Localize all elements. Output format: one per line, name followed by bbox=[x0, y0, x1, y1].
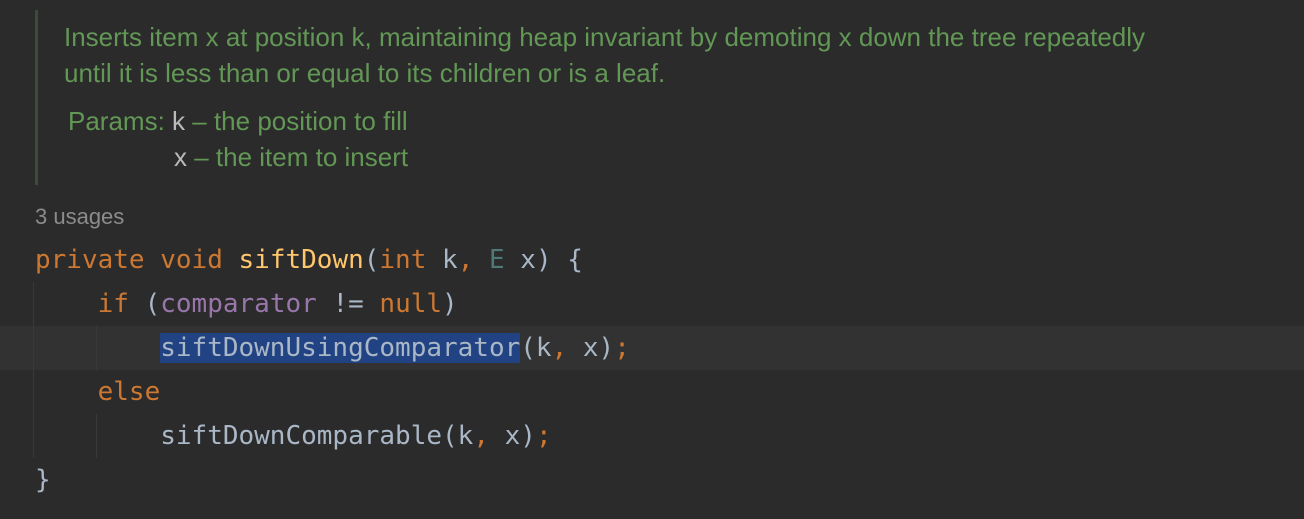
javadoc-param-name: x bbox=[174, 142, 187, 172]
method-call-comparable[interactable]: siftDownComparable bbox=[160, 421, 442, 451]
usages-inlay-hint[interactable]: 3 usages bbox=[35, 201, 124, 233]
code-editor[interactable]: Inserts item x at position k, maintainin… bbox=[0, 0, 1304, 519]
close-paren-brace: ) { bbox=[535, 245, 583, 275]
open-paren: ( bbox=[363, 245, 380, 275]
type-param-e[interactable]: E bbox=[489, 245, 505, 275]
code-line-method-signature[interactable]: private void siftDown(int k, E x) { bbox=[35, 238, 583, 282]
comma: , bbox=[551, 333, 568, 363]
javadoc-param-description: – the position to fill bbox=[185, 106, 408, 136]
keyword-if: if bbox=[97, 289, 129, 319]
field-comparator[interactable]: comparator bbox=[160, 289, 317, 319]
javadoc-param-description: – the item to insert bbox=[187, 142, 409, 172]
keyword-else: else bbox=[97, 377, 161, 407]
indent-guide bbox=[33, 282, 34, 458]
call-args-close: x) bbox=[488, 421, 536, 451]
call-args-close: x) bbox=[567, 333, 615, 363]
code-line-call-comparable[interactable]: siftDownComparable(k, x); bbox=[35, 414, 552, 458]
semicolon: ; bbox=[535, 421, 552, 451]
close-brace: } bbox=[35, 465, 51, 495]
code-line-if[interactable]: if (comparator != null) bbox=[35, 282, 458, 326]
javadoc-description-line: Inserts item x at position k, maintainin… bbox=[64, 22, 1146, 52]
selected-method-call[interactable]: siftDownUsingComparator bbox=[160, 333, 521, 363]
call-args-open: (k bbox=[442, 421, 474, 451]
param-x: x bbox=[504, 245, 536, 275]
javadoc-param-row: x – the item to insert bbox=[174, 140, 408, 174]
javadoc-params-label: Params: bbox=[68, 106, 165, 136]
code-line-close-brace[interactable]: } bbox=[35, 458, 51, 502]
method-name-siftdown[interactable]: siftDown bbox=[239, 245, 364, 275]
keyword-private: private bbox=[35, 245, 145, 275]
comma: , bbox=[457, 245, 474, 275]
javadoc-description-line: until it is less than or equal to its ch… bbox=[64, 58, 666, 88]
keyword-null: null bbox=[379, 289, 443, 319]
code-line-call-using-comparator[interactable]: siftDownUsingComparator(k, x); bbox=[35, 326, 630, 370]
keyword-void: void bbox=[160, 245, 223, 275]
open-paren: ( bbox=[144, 289, 161, 319]
semicolon: ; bbox=[614, 333, 630, 363]
call-args-open: (k bbox=[520, 333, 552, 363]
keyword-int: int bbox=[379, 245, 427, 275]
javadoc-param-row: Params: k – the position to fill bbox=[68, 104, 408, 138]
operator-not-equal: != bbox=[316, 289, 380, 319]
comma: , bbox=[473, 421, 489, 451]
rendered-javadoc: Inserts item x at position k, maintainin… bbox=[35, 10, 1298, 185]
param-k: k bbox=[426, 245, 458, 275]
javadoc-param-name: k bbox=[172, 106, 186, 136]
close-paren: ) bbox=[442, 289, 458, 319]
code-line-else[interactable]: else bbox=[35, 370, 161, 414]
